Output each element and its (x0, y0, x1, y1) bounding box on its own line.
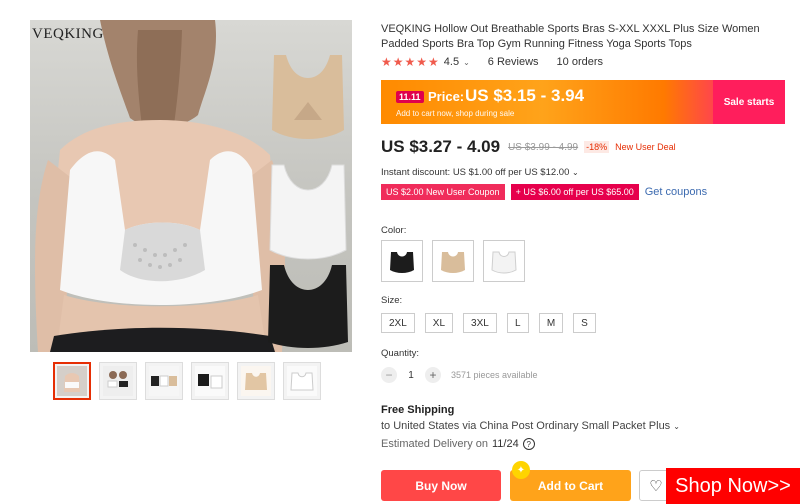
thumbnail-6[interactable] (283, 362, 321, 400)
sale-event-badge: 11.11 (396, 91, 424, 103)
product-title: VEQKING Hollow Out Breathable Sports Bra… (381, 23, 760, 50)
model-photo (35, 20, 285, 352)
get-coupons-link[interactable]: Get coupons (645, 186, 707, 198)
size-label: Size: (381, 295, 403, 306)
size-option-s[interactable]: S (573, 313, 596, 333)
sale-promo-banner: 11.11 Price: US $3.15 - 3.94 Add to cart… (381, 80, 785, 124)
chevron-down-icon: ⌄ (673, 422, 680, 431)
orders-count: 10 orders (556, 56, 604, 68)
promo-subtext: Add to cart now, shop during sale (396, 109, 515, 118)
thumbnail-strip (53, 362, 321, 400)
question-icon[interactable]: ? (522, 438, 535, 450)
chevron-down-icon: ⌄ (463, 57, 470, 67)
quantity-stepper: − 1 + 3571 pieces available (381, 367, 538, 383)
color-option-black[interactable] (381, 240, 423, 282)
star-rating-icon: ★★★★★ (381, 55, 440, 69)
promo-price: US $3.15 - 3.94 (465, 86, 585, 105)
instant-discount[interactable]: Instant discount: US $1.00 off per US $1… (381, 167, 579, 178)
current-price: US $3.27 - 4.09 (381, 137, 501, 156)
quantity-label: Quantity: (381, 348, 420, 359)
buy-now-button[interactable]: Buy Now (381, 470, 501, 501)
color-label: Color: (381, 225, 407, 236)
quantity-increase-button[interactable]: + (425, 367, 441, 383)
rating-row: ★★★★★ 4.5 ⌄ 6 Reviews 10 orders (381, 55, 603, 69)
thumbnail-3[interactable] (145, 362, 183, 400)
instant-discount-text: Instant discount: US $1.00 off per US $1… (381, 167, 570, 178)
reviews-link[interactable]: 6 Reviews (488, 56, 539, 68)
color-option-nude[interactable] (432, 240, 474, 282)
size-option-m[interactable]: M (538, 313, 564, 333)
thumbnail-2[interactable] (99, 362, 137, 400)
thumbnail-4[interactable] (191, 362, 229, 400)
size-option-3xl[interactable]: 3XL (463, 313, 497, 333)
promo-price-label: Price: (428, 89, 465, 104)
pieces-available: 3571 pieces available (451, 370, 538, 380)
color-variants-preview (268, 55, 348, 348)
shipping-title: Free Shipping (381, 404, 455, 416)
shop-now-banner[interactable]: Shop Now>> (666, 468, 800, 504)
price-row: US $3.27 - 4.09 US $3.99 - 4.99 -18% New… (381, 137, 676, 157)
coin-icon: ✦ (512, 461, 530, 479)
size-selector: 2XL XL 3XL L M S (381, 313, 596, 333)
sale-starts-label: Sale starts (713, 80, 785, 124)
quantity-decrease-button[interactable]: − (381, 367, 397, 383)
eta-prefix: Estimated Delivery on (381, 438, 488, 450)
eta-date: 11/24 (492, 438, 519, 450)
chevron-down-icon: ⌄ (572, 168, 579, 177)
new-user-deal-label: New User Deal (615, 142, 676, 152)
coupon-row: US $2.00 New User Coupon + US $6.00 off … (381, 184, 707, 200)
main-product-image[interactable]: VEQKING (30, 20, 352, 352)
estimated-delivery: Estimated Delivery on 11/24 ? (381, 438, 535, 450)
brand-logo: VEQKING (32, 26, 104, 42)
size-option-l[interactable]: L (506, 313, 529, 333)
color-selector (381, 240, 525, 282)
original-price: US $3.99 - 4.99 (508, 141, 579, 153)
shipping-method[interactable]: to United States via China Post Ordinary… (381, 420, 680, 432)
discount-badge: -18% (584, 141, 610, 153)
store-coupon[interactable]: + US $6.00 off per US $65.00 (510, 184, 639, 200)
thumbnail-1[interactable] (53, 362, 91, 400)
size-option-xl[interactable]: XL (424, 313, 454, 333)
quantity-value[interactable]: 1 (403, 370, 419, 381)
rating-value[interactable]: 4.5 (444, 56, 459, 68)
thumbnail-5[interactable] (237, 362, 275, 400)
size-option-2xl[interactable]: 2XL (381, 313, 415, 333)
shipping-method-text: to United States via China Post Ordinary… (381, 420, 671, 432)
new-user-coupon[interactable]: US $2.00 New User Coupon (381, 184, 505, 200)
color-option-white[interactable] (483, 240, 525, 282)
